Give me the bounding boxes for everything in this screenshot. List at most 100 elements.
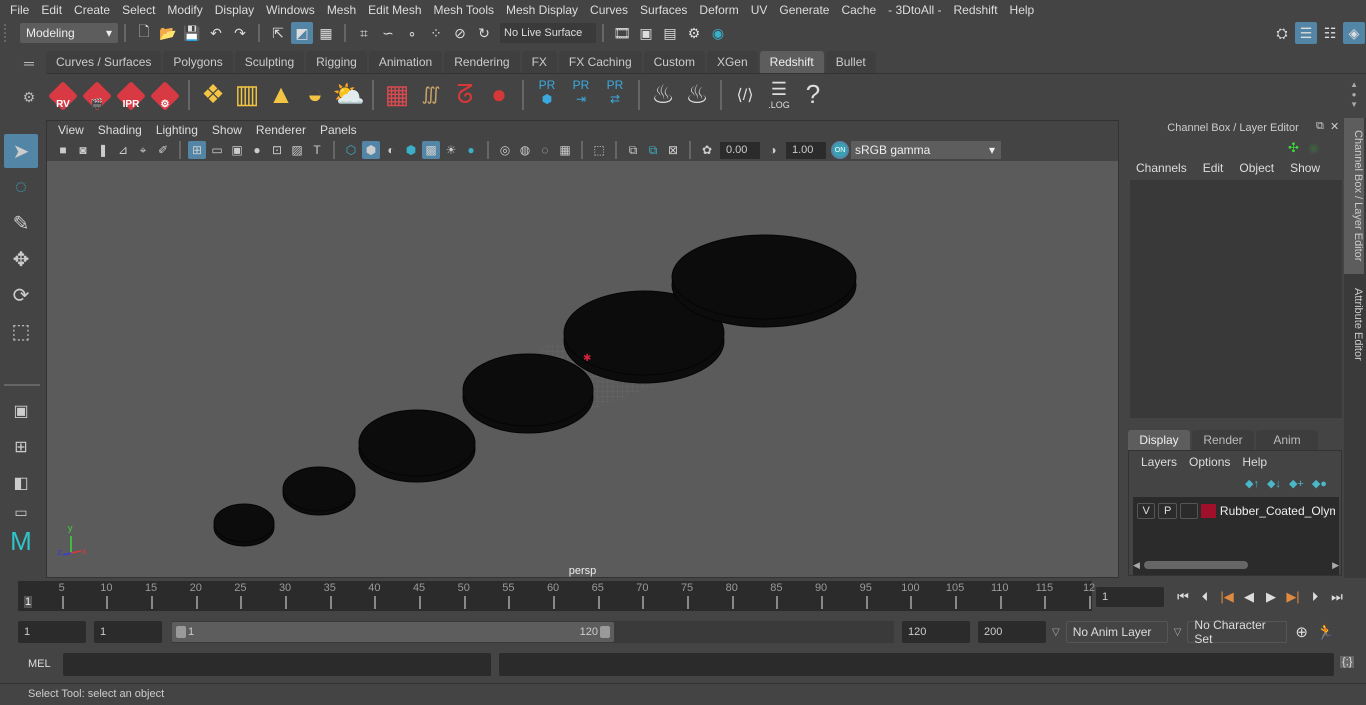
viewport-menu-show[interactable]: Show bbox=[205, 123, 249, 137]
layer-row[interactable]: V P Rubber_Coated_Olymp bbox=[1133, 497, 1339, 525]
redshift-ipr-button[interactable]: IPR bbox=[116, 80, 146, 111]
safe-action-icon[interactable]: ▨ bbox=[288, 141, 306, 159]
layer-display-type-toggle[interactable] bbox=[1179, 503, 1199, 519]
proxy-icon[interactable]: ▦ bbox=[382, 79, 412, 110]
lasso-tool-icon[interactable]: ◌ bbox=[4, 170, 38, 204]
rotate-tool-icon[interactable]: ⟳ bbox=[4, 278, 38, 312]
safe-title-icon[interactable]: T bbox=[308, 141, 326, 159]
spot-light-icon[interactable]: ▲ bbox=[266, 79, 296, 110]
layer-tab-display[interactable]: Display bbox=[1128, 430, 1190, 450]
viewport-menu-shading[interactable]: Shading bbox=[91, 123, 149, 137]
new-layer-selected-icon[interactable]: ◆● bbox=[1312, 477, 1327, 490]
gamma-icon[interactable]: ◑ bbox=[764, 141, 782, 159]
menu-mesh-display[interactable]: Mesh Display bbox=[500, 3, 584, 17]
shelf-tab-curves-surfaces[interactable]: Curves / Surfaces bbox=[46, 51, 162, 73]
chevron-down-icon[interactable]: ▽ bbox=[1174, 627, 1182, 638]
shelf-tab-animation[interactable]: Animation bbox=[368, 51, 443, 73]
outliner-layout-icon[interactable]: ◧ bbox=[4, 466, 38, 500]
lights-icon[interactable]: ☀ bbox=[442, 141, 460, 159]
auto-key-icon[interactable]: ⊕ bbox=[1295, 623, 1308, 641]
channel-list[interactable] bbox=[1130, 180, 1342, 418]
motion-blur-icon[interactable]: ◍ bbox=[516, 141, 534, 159]
layer-visibility-toggle[interactable]: V bbox=[1137, 503, 1156, 519]
shelf-tab-rendering[interactable]: Rendering bbox=[444, 51, 520, 73]
default-material-icon[interactable]: ◐ bbox=[382, 141, 400, 159]
channel-menu-edit[interactable]: Edit bbox=[1195, 161, 1232, 175]
step-back-key-icon[interactable]: |◀ bbox=[1216, 586, 1238, 608]
range-start-handle[interactable] bbox=[176, 626, 186, 638]
channel-menu-object[interactable]: Object bbox=[1231, 161, 1282, 175]
render-settings-icon[interactable]: ⚙ bbox=[683, 22, 705, 44]
menu-display[interactable]: Display bbox=[209, 3, 260, 17]
menu-modify[interactable]: Modify bbox=[161, 3, 208, 17]
render-view-icon[interactable]: 🎞 bbox=[611, 22, 633, 44]
snap-grid-icon[interactable]: ⌗ bbox=[353, 22, 375, 44]
shelf-tab-xgen[interactable]: XGen bbox=[706, 51, 758, 73]
menu-deform[interactable]: Deform bbox=[693, 3, 744, 17]
channel-menu-show[interactable]: Show bbox=[1282, 161, 1328, 175]
viewport-menu-view[interactable]: View bbox=[51, 123, 91, 137]
volume-icon[interactable]: ᘔ bbox=[450, 79, 480, 110]
move-layer-down-icon[interactable]: ◆↓ bbox=[1267, 477, 1281, 490]
mel-input[interactable] bbox=[63, 653, 491, 676]
scroll-thumb[interactable] bbox=[1143, 561, 1248, 569]
menu-cache[interactable]: Cache bbox=[835, 3, 882, 17]
end-time-field[interactable]: 200 bbox=[978, 621, 1046, 643]
shelf-tab-fx-caching[interactable]: FX Caching bbox=[558, 51, 642, 73]
dome-light-icon[interactable]: ◒ bbox=[300, 79, 330, 110]
channel-menu-channels[interactable]: Channels bbox=[1128, 161, 1195, 175]
range-end-handle[interactable] bbox=[600, 626, 610, 638]
redo-icon[interactable]: ↷ bbox=[229, 22, 251, 44]
viewport-3d-scene[interactable]: ✱ y x z bbox=[47, 161, 1118, 577]
workspace-select[interactable]: Modeling ▾ bbox=[20, 23, 118, 43]
xray-joints-icon[interactable]: ⧉ bbox=[644, 141, 662, 159]
close-icon[interactable]: ✕ bbox=[1330, 120, 1339, 133]
side-tab-attribute-editor[interactable]: Attribute Editor bbox=[1344, 274, 1364, 374]
baking-set-icon[interactable]: ♨ bbox=[682, 79, 712, 110]
go-to-start-icon[interactable]: ⏮ bbox=[1172, 586, 1194, 608]
new-scene-icon[interactable]: 🗋 bbox=[133, 22, 155, 44]
menu-curves[interactable]: Curves bbox=[584, 3, 634, 17]
step-forward-frame-icon[interactable]: ⏵ bbox=[1304, 586, 1326, 608]
image-plane-icon[interactable]: ⊿ bbox=[114, 141, 132, 159]
smooth-shade-icon[interactable]: ⬢ bbox=[362, 141, 380, 159]
live-surface-field[interactable]: No Live Surface bbox=[500, 23, 596, 43]
redshift-render-view-button[interactable]: RV bbox=[48, 80, 78, 111]
select-component-icon[interactable]: ▦ bbox=[315, 22, 337, 44]
pr-export-button[interactable]: PR ⇥ bbox=[567, 78, 595, 112]
depth-of-field-icon[interactable]: ▦ bbox=[556, 141, 574, 159]
film-gate-icon[interactable]: ▭ bbox=[208, 141, 226, 159]
time-slider[interactable]: 1 5 10 15 20 25 30 35 40 45 50 55 60 65 70 75 80 85 90 95 1… bbox=[18, 581, 1095, 611]
make-live-icon[interactable]: ↻ bbox=[473, 22, 495, 44]
camera-attributes-icon[interactable]: ◙ bbox=[74, 141, 92, 159]
layer-playback-toggle[interactable]: P bbox=[1158, 503, 1177, 519]
viewport-menu-panels[interactable]: Panels bbox=[313, 123, 364, 137]
menu-windows[interactable]: Windows bbox=[260, 3, 321, 17]
menu-select[interactable]: Select bbox=[116, 3, 161, 17]
grease-pencil-icon[interactable]: ✐ bbox=[154, 141, 172, 159]
anim-prefs-icon[interactable]: 🏃 bbox=[1316, 623, 1335, 641]
menu-redshift[interactable]: Redshift bbox=[948, 3, 1004, 17]
modeling-toolkit-icon[interactable]: ⛭ bbox=[1271, 22, 1293, 44]
camera-icon[interactable]: ■ bbox=[54, 141, 72, 159]
sphere-material-icon[interactable]: ● bbox=[484, 79, 514, 110]
playback-end-field[interactable]: 120 bbox=[902, 621, 970, 643]
speed-icon[interactable]: ◉ bbox=[1308, 140, 1319, 156]
menu-surfaces[interactable]: Surfaces bbox=[634, 3, 693, 17]
side-tab-channel-box[interactable]: Channel Box / Layer Editor bbox=[1344, 118, 1364, 274]
select-tool-icon[interactable]: ➤ bbox=[4, 134, 38, 168]
menu-create[interactable]: Create bbox=[68, 3, 116, 17]
select-hierarchy-icon[interactable]: ⇱ bbox=[267, 22, 289, 44]
menu-file[interactable]: File bbox=[4, 3, 35, 17]
snap-curve-icon[interactable]: ∽ bbox=[377, 22, 399, 44]
horizontal-scrollbar[interactable]: ◀ ▶ bbox=[1133, 559, 1339, 571]
exposure-icon[interactable]: ✿ bbox=[698, 141, 716, 159]
playback-start-field[interactable]: 1 bbox=[94, 621, 162, 643]
step-back-frame-icon[interactable]: ⏴ bbox=[1194, 586, 1216, 608]
render-current-icon[interactable]: ▣ bbox=[635, 22, 657, 44]
save-scene-icon[interactable]: 💾 bbox=[181, 22, 203, 44]
single-perspective-layout-icon[interactable]: ▣ bbox=[4, 394, 38, 428]
redshift-render-settings-button[interactable]: ⚙ bbox=[150, 80, 180, 111]
layer-menu-options[interactable]: Options bbox=[1183, 455, 1236, 469]
four-view-layout-icon[interactable]: ⊞ bbox=[4, 430, 38, 464]
